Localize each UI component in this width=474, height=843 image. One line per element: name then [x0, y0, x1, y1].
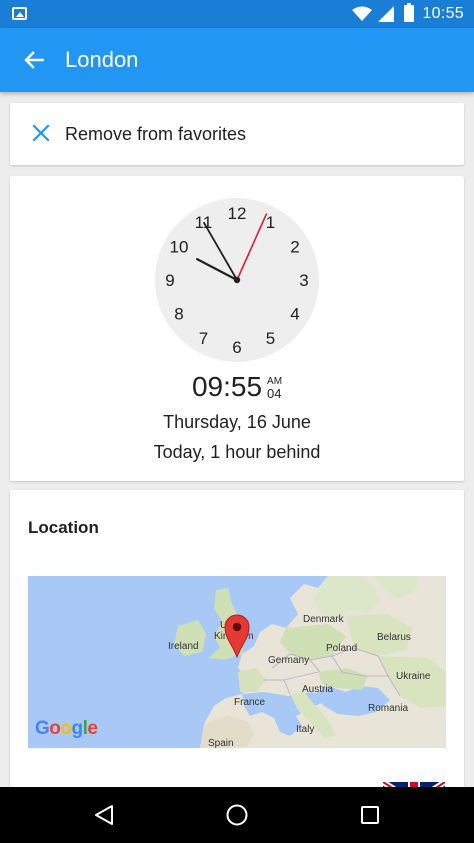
clock-card: 12 1 2 3 4 5 6 7 8 9 10 11 09:55 AM 04 Thursday, 16…	[10, 176, 464, 481]
location-map[interactable]: Denmark Belarus Ireland United Kingdom P…	[28, 576, 446, 748]
clock-number-2: 2	[290, 238, 299, 257]
location-heading: Location	[28, 518, 99, 537]
remove-favorite-button[interactable]: Remove from favorites	[10, 103, 464, 165]
page-title: London	[65, 47, 139, 72]
arrow-back-icon	[24, 51, 44, 69]
clock-number-5: 5	[266, 329, 275, 348]
clock-center	[233, 276, 241, 284]
navigation-bar	[0, 787, 474, 843]
date-text: Thursday, 16 June	[163, 412, 311, 432]
map-label-austria: Austria	[302, 684, 334, 695]
map-label-ireland: Ireland	[168, 641, 199, 652]
map-label-ukraine: Ukraine	[396, 671, 431, 682]
map-label-romania: Romania	[368, 703, 409, 714]
digital-seconds: 04	[267, 386, 282, 401]
gallery-notification-icon	[12, 7, 27, 20]
map-label-italy: Italy	[296, 724, 315, 735]
wifi-icon	[352, 6, 372, 21]
signal-icon	[378, 6, 394, 22]
map-label-france: France	[234, 697, 266, 708]
clock-number-1: 1	[266, 213, 275, 232]
clock-number-6: 6	[232, 338, 241, 357]
google-logo: Google	[35, 718, 98, 739]
map-label-poland: Poland	[326, 643, 358, 654]
close-icon	[32, 124, 50, 142]
status-time: 10:55	[422, 5, 464, 22]
recents-square-icon	[361, 806, 379, 824]
digital-hours-minutes: 09:55	[191, 371, 263, 402]
nav-home-button[interactable]	[223, 801, 251, 829]
back-button[interactable]	[14, 40, 54, 80]
clock-number-12: 12	[228, 204, 247, 223]
nav-recents-button[interactable]	[356, 801, 384, 829]
time-difference-text: Today, 1 hour behind	[153, 442, 321, 462]
clock-number-7: 7	[199, 329, 208, 348]
clock-number-8: 8	[174, 305, 183, 324]
home-circle-icon	[226, 804, 248, 826]
remove-favorite-label: Remove from favorites	[65, 124, 247, 144]
analog-clock: 12 1234567891011	[155, 198, 319, 362]
map-label-germany: Germany	[268, 655, 310, 666]
digital-time: 09:55 AM 04	[10, 372, 464, 402]
status-bar: 10:55	[0, 0, 474, 28]
map-label-spain: Spain	[208, 738, 234, 748]
nav-back-button[interactable]	[90, 801, 118, 829]
clock-number-10: 10	[170, 238, 189, 257]
clock-number-9: 9	[165, 271, 174, 290]
location-pin-icon[interactable]	[224, 614, 250, 658]
app-bar: London	[0, 28, 474, 92]
clock-number-4: 4	[290, 305, 299, 324]
location-card: Location Denmark Belarus Ireland Poland …	[10, 490, 464, 800]
battery-icon	[404, 3, 414, 22]
back-triangle-icon	[95, 805, 113, 825]
clock-number-3: 3	[299, 271, 308, 290]
map-label-denmark: Denmark	[303, 614, 344, 625]
map-label-belarus: Belarus	[377, 632, 411, 643]
